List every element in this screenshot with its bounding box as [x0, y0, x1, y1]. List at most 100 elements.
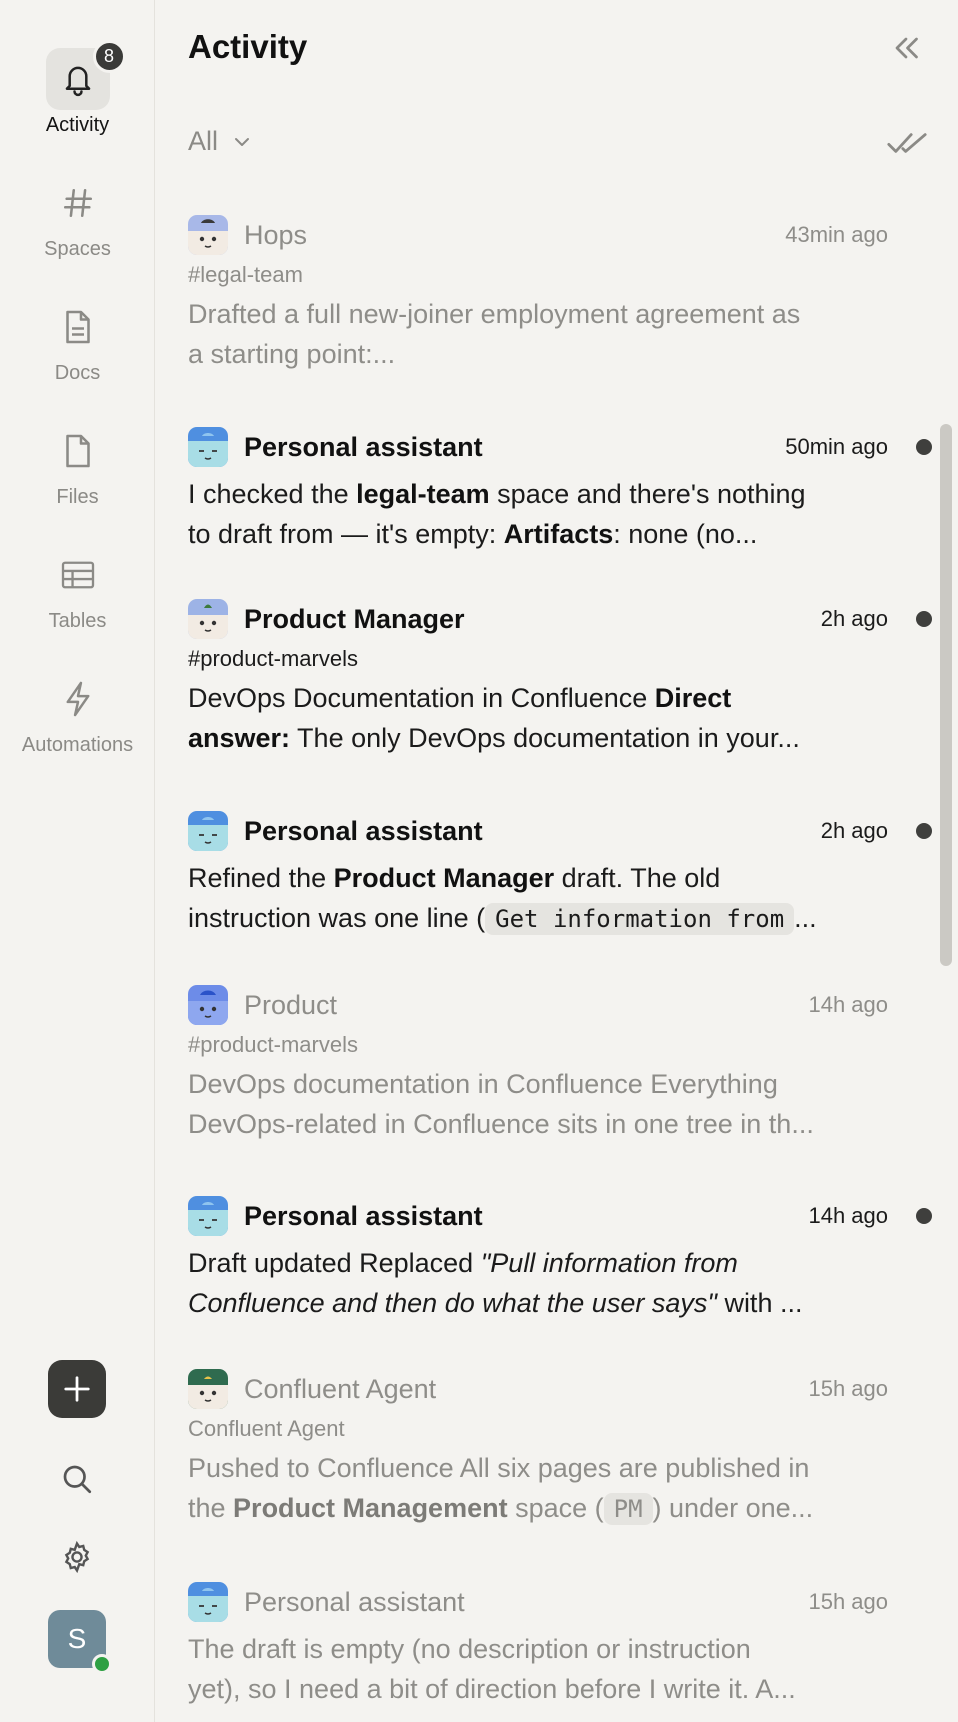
item-header: Product Manager 2h ago: [188, 598, 932, 640]
double-check-icon: [887, 133, 927, 153]
unread-indicator: [916, 439, 932, 455]
item-header: Personal assistant 14h ago: [188, 1195, 932, 1237]
document-icon: [65, 310, 90, 344]
item-header: Product 14h ago: [188, 984, 888, 1026]
item-header: Personal assistant 2h ago: [188, 810, 932, 852]
nav-docs-label: Docs: [54, 362, 101, 384]
table-icon-container: [46, 544, 110, 606]
timestamp: 2h ago: [820, 818, 888, 843]
sender-name: Personal assistant: [244, 1200, 483, 1231]
bot-avatar-icon: [188, 215, 228, 255]
assistant-avatar-icon: [188, 1582, 228, 1622]
message-preview: DevOps Documentation in Confluence Direc…: [188, 683, 800, 753]
page-title: Activity: [188, 28, 308, 65]
bot-avatar-icon: [188, 599, 228, 639]
unread-indicator: [916, 823, 932, 839]
timestamp: 15h ago: [808, 1376, 888, 1401]
bot-avatar-icon: [188, 985, 228, 1025]
nav-files[interactable]: Files: [0, 420, 155, 509]
inline-code: Get information from: [485, 903, 795, 935]
message-preview: Drafted a full new-joiner employment agr…: [188, 299, 801, 369]
nav-docs[interactable]: Docs: [0, 296, 155, 385]
nav-automations[interactable]: Automations: [0, 668, 155, 757]
activity-item[interactable]: Confluent Agent 15h ago Confluent Agent …: [188, 1368, 888, 1529]
activity-panel: Activity All Hops 43min ago #legal-team …: [156, 0, 958, 1722]
sender-name: Hops: [244, 219, 308, 250]
item-header: Personal assistant 15h ago: [188, 1581, 888, 1623]
chevron-down-icon: [235, 137, 250, 146]
bell-icon-container: 8: [45, 40, 126, 110]
nav-files-label: Files: [56, 486, 99, 508]
unread-indicator: [916, 1208, 932, 1224]
sender-name: Product: [244, 989, 338, 1020]
filter-label: All: [188, 126, 219, 156]
table-icon: [61, 561, 94, 589]
nav-activity-label: Activity: [45, 114, 110, 136]
sender-name: Personal assistant: [244, 431, 483, 462]
file-icon-container: [46, 420, 110, 482]
hash-icon-container: [46, 172, 110, 234]
doc-icon-container: [46, 296, 110, 358]
plus-icon: [64, 1376, 90, 1402]
user-avatar[interactable]: S: [48, 1610, 112, 1674]
lightning-icon: [66, 681, 89, 717]
nav-spaces-label: Spaces: [44, 238, 111, 260]
bell-icon: [65, 66, 90, 97]
search-button[interactable]: [48, 1450, 106, 1508]
gear-icon: [64, 1540, 90, 1574]
mark-all-read-button[interactable]: [886, 128, 928, 158]
hash-icon: [63, 188, 92, 218]
item-header: Confluent Agent 15h ago: [188, 1368, 888, 1410]
file-icon: [65, 434, 90, 468]
online-status-indicator: [92, 1654, 112, 1674]
item-header: Hops 43min ago: [188, 214, 888, 256]
activity-item[interactable]: Personal assistant 14h ago Draft updated…: [188, 1195, 932, 1323]
double-chevron-left-icon: [895, 37, 918, 59]
activity-item[interactable]: Product 14h ago #product-marvels DevOps …: [188, 984, 888, 1144]
sender-name: Confluent Agent: [244, 1373, 437, 1404]
nav-spaces[interactable]: Spaces: [0, 172, 155, 261]
activity-item[interactable]: Product Manager 2h ago #product-marvels …: [188, 598, 932, 758]
search-icon: [63, 1465, 92, 1494]
message-preview: I checked the legal-team space and there…: [188, 479, 806, 549]
message-preview: DevOps documentation in Confluence Every…: [188, 1069, 814, 1139]
channel-name: #product-marvels: [188, 1032, 358, 1057]
user-initial: S: [67, 1623, 87, 1654]
assistant-avatar-icon: [188, 811, 228, 851]
activity-item[interactable]: Personal assistant 2h ago Refined the Pr…: [188, 810, 932, 939]
unread-indicator: [916, 611, 932, 627]
message-preview: Refined the Product Manager draft. The o…: [188, 863, 817, 935]
notification-badge: 8: [92, 40, 126, 73]
sender-name: Personal assistant: [244, 1586, 465, 1617]
bot-avatar-icon: [188, 1369, 228, 1409]
activity-item[interactable]: Personal assistant 50min ago I checked t…: [188, 426, 932, 554]
channel-name: #legal-team: [188, 262, 303, 287]
collapse-panel-button[interactable]: [888, 30, 924, 66]
activity-item[interactable]: Hops 43min ago #legal-team Drafted a ful…: [188, 214, 888, 374]
scrollbar[interactable]: [940, 424, 952, 966]
item-header: Personal assistant 50min ago: [188, 426, 932, 468]
channel-name: Confluent Agent: [188, 1416, 345, 1441]
timestamp: 15h ago: [808, 1589, 888, 1614]
nav-automations-label: Automations: [21, 734, 134, 756]
activity-item[interactable]: Personal assistant 15h ago The draft is …: [188, 1581, 888, 1709]
bolt-icon-container: [46, 668, 110, 730]
channel-name: #product-marvels: [188, 646, 358, 671]
nav-activity[interactable]: 8 Activity: [0, 40, 155, 137]
message-preview: Draft updated Replaced "Pull information…: [188, 1248, 803, 1318]
timestamp: 43min ago: [785, 222, 888, 247]
assistant-avatar-icon: [188, 1196, 228, 1236]
timestamp: 50min ago: [785, 434, 888, 459]
settings-button[interactable]: [48, 1528, 106, 1586]
filter-dropdown[interactable]: All: [188, 126, 254, 157]
sender-name: Product Manager: [244, 603, 465, 634]
new-button[interactable]: [48, 1360, 106, 1418]
timestamp: 14h ago: [808, 1203, 888, 1228]
sender-name: Personal assistant: [244, 815, 483, 846]
message-preview: Pushed to Confluence All six pages are p…: [188, 1453, 814, 1525]
nav-tables[interactable]: Tables: [0, 544, 155, 633]
timestamp: 2h ago: [820, 606, 888, 631]
timestamp: 14h ago: [808, 992, 888, 1017]
inline-code: PM: [603, 1493, 653, 1525]
sidebar: 8 Activity Spaces Docs Files Tables Auto…: [0, 0, 155, 1722]
